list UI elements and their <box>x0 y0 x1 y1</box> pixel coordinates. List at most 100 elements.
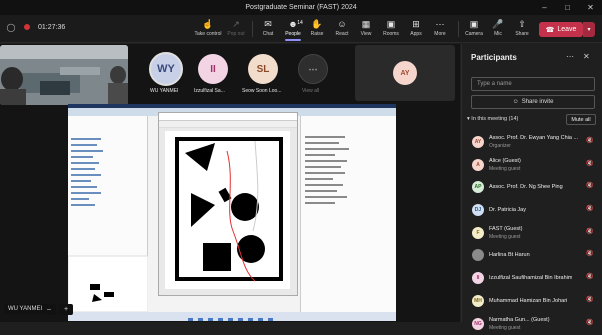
participant-row[interactable]: DJDr. Patricia Jay🔇 <box>462 199 602 222</box>
mic-muted-icon[interactable]: 🔇 <box>586 296 593 303</box>
camera-feed-image <box>0 45 128 105</box>
record-icon <box>22 22 32 32</box>
file-browser-pane <box>68 116 148 312</box>
apps-icon: ⊞ <box>412 18 420 30</box>
share-invite-button[interactable]: ☺ Share invite <box>471 95 595 109</box>
participant-name: Alice (Guest) <box>489 158 521 164</box>
people-count: 14 <box>297 17 303 29</box>
participant-name: Harlina Bt Harun <box>489 252 530 258</box>
avatar: A <box>472 159 484 171</box>
mic-muted-icon[interactable]: 🔇 <box>586 137 593 144</box>
participant-role: Meeting guest <box>489 166 520 172</box>
pop-out-button[interactable]: ↗ Pop out <box>222 18 250 37</box>
zoom-in-icon[interactable]: + <box>59 304 73 315</box>
in-meeting-section-header[interactable]: ▾ In this meeting (14) <box>467 116 518 122</box>
tile-name: Seow Soon Loo... <box>242 88 281 94</box>
divider <box>252 21 253 37</box>
share-icon: ⇧ <box>518 18 526 30</box>
phone-icon: ☎ <box>546 26 555 34</box>
participant-role: Meeting guest <box>489 325 520 331</box>
mic-muted-icon[interactable]: 🔇 <box>586 273 593 280</box>
avatar <box>472 249 484 261</box>
leave-options-chevron-icon[interactable]: ▾ <box>583 22 595 37</box>
mic-muted-icon[interactable]: 🔇 <box>586 250 593 257</box>
participant-row[interactable]: NGNarmatha Gun... (Guest)Meeting guest🔇 <box>462 313 602 335</box>
participant-list: AYAssoc. Prof. Dr. Ewyan Yang Chia ...Or… <box>462 131 602 335</box>
mic-off-icon: 🎤 <box>492 18 503 30</box>
title-bar: Postgraduate Seminar (FAST) 2024 – □ ✕ <box>0 0 602 15</box>
participant-tile[interactable]: AY <box>355 45 455 101</box>
mute-all-button[interactable]: Mute all <box>566 114 596 125</box>
close-icon[interactable]: ✕ <box>579 0 602 15</box>
rooms-button[interactable]: ▣ Rooms <box>377 18 405 37</box>
avatar: AP <box>472 181 484 193</box>
shapes-image <box>165 131 290 289</box>
workspace-pane <box>300 116 396 312</box>
participant-name: Muhammad Hamizan Bin Johari <box>489 298 567 304</box>
participant-tile[interactable]: WY <box>146 50 186 92</box>
participant-row[interactable]: Harlina Bt Harun 🔇 <box>462 244 602 267</box>
more-button[interactable]: ⋯ More <box>426 18 454 37</box>
meeting-status: ◯ 01:27:36 <box>6 22 65 32</box>
windows-taskbar <box>68 312 396 321</box>
taskbar-icons-image <box>68 316 396 321</box>
participant-tile[interactable]: SL <box>246 52 282 88</box>
figure-toolbar <box>159 121 297 128</box>
chat-button[interactable]: ✉ Chat <box>254 18 282 37</box>
divider <box>458 21 459 37</box>
smile-icon: ☺ <box>337 18 346 30</box>
meeting-timer: 01:27:36 <box>38 24 65 31</box>
hand-icon: ✋ <box>311 18 322 30</box>
chevron-down-icon: ▾ <box>467 116 470 122</box>
window-title: Postgraduate Seminar (FAST) 2024 <box>245 4 356 11</box>
stage-zoom-controls: – + <box>42 304 73 315</box>
avatar: SL <box>248 54 278 84</box>
share-button[interactable]: ⇧ Share <box>508 18 536 37</box>
mic-muted-icon[interactable]: 🔇 <box>586 205 593 212</box>
participant-row[interactable]: AYAssoc. Prof. Dr. Ewyan Yang Chia ...Or… <box>462 131 602 154</box>
close-icon[interactable]: ✕ <box>583 52 590 61</box>
take-control-button[interactable]: ☝ Take control <box>194 18 222 37</box>
view-all-tile[interactable]: ⋯ <box>296 52 330 86</box>
participant-row[interactable]: AP Assoc. Prof. Dr. Ng Shee Ping 🔇 <box>462 176 602 199</box>
mic-muted-icon[interactable]: 🔇 <box>586 228 593 235</box>
participant-row[interactable]: A Alice (Guest) Meeting guest 🔇 <box>462 154 602 177</box>
mic-muted-icon[interactable]: 🔇 <box>586 160 593 167</box>
leave-button[interactable]: ☎ Leave <box>539 22 583 37</box>
participant-row[interactable]: FFAST (Guest)Meeting guest🔇 <box>462 222 602 245</box>
avatar: II <box>472 272 484 284</box>
camera-off-icon: ▣ <box>470 18 479 30</box>
view-button[interactable]: ▦ View <box>352 18 380 37</box>
avatar: II <box>198 54 228 84</box>
zoom-out-icon[interactable]: – <box>42 304 56 315</box>
participant-row[interactable]: II Izzulfizal Saufihamizal Bin Ibrahim 🔇 <box>462 267 602 290</box>
participant-search-input[interactable]: Type a name <box>471 77 595 91</box>
maximize-icon[interactable]: □ <box>556 0 579 15</box>
figure-canvas <box>165 131 290 289</box>
tile-name: View all <box>302 88 319 94</box>
chat-icon: ✉ <box>264 18 272 30</box>
mic-muted-icon[interactable]: 🔇 <box>586 319 593 326</box>
raise-hand-button[interactable]: ✋ Raise <box>303 18 331 37</box>
avatar: F <box>472 227 484 239</box>
more-icon: ⋯ <box>436 18 445 30</box>
grid-icon: ▦ <box>362 18 371 30</box>
meeting-toolbar: ◯ 01:27:36 ☝ Take control ↗ Pop out ✉ Ch… <box>0 15 602 43</box>
participants-panel: Participants ⋯ ✕ Type a name ☺ Share inv… <box>461 44 602 322</box>
shield-icon[interactable]: ◯ <box>6 22 16 32</box>
participant-name: Assoc. Prof. Dr. Ng Shee Ping <box>489 184 563 190</box>
avatar: WY <box>149 52 183 86</box>
workspace-text-image <box>301 116 396 312</box>
hand-pointer-icon: ☝ <box>202 18 213 30</box>
participant-row[interactable]: MHMuhammad Hamizan Bin Johari🔇 <box>462 290 602 313</box>
participant-tile[interactable]: II <box>196 52 232 88</box>
avatar: AY <box>393 61 417 85</box>
meeting-stage: WY WU YANMEI II Izzulfizal Sa... SL Seow… <box>0 44 460 322</box>
camera-video-tile[interactable] <box>0 45 128 105</box>
participant-name: Izzulfizal Saufihamizal Bin Ibrahim <box>489 275 572 281</box>
more-options-icon[interactable]: ⋯ <box>566 52 574 61</box>
minimize-icon[interactable]: – <box>533 0 556 15</box>
shared-screen[interactable] <box>68 104 396 321</box>
avatar: AY <box>472 136 484 148</box>
mic-muted-icon[interactable]: 🔇 <box>586 182 593 189</box>
